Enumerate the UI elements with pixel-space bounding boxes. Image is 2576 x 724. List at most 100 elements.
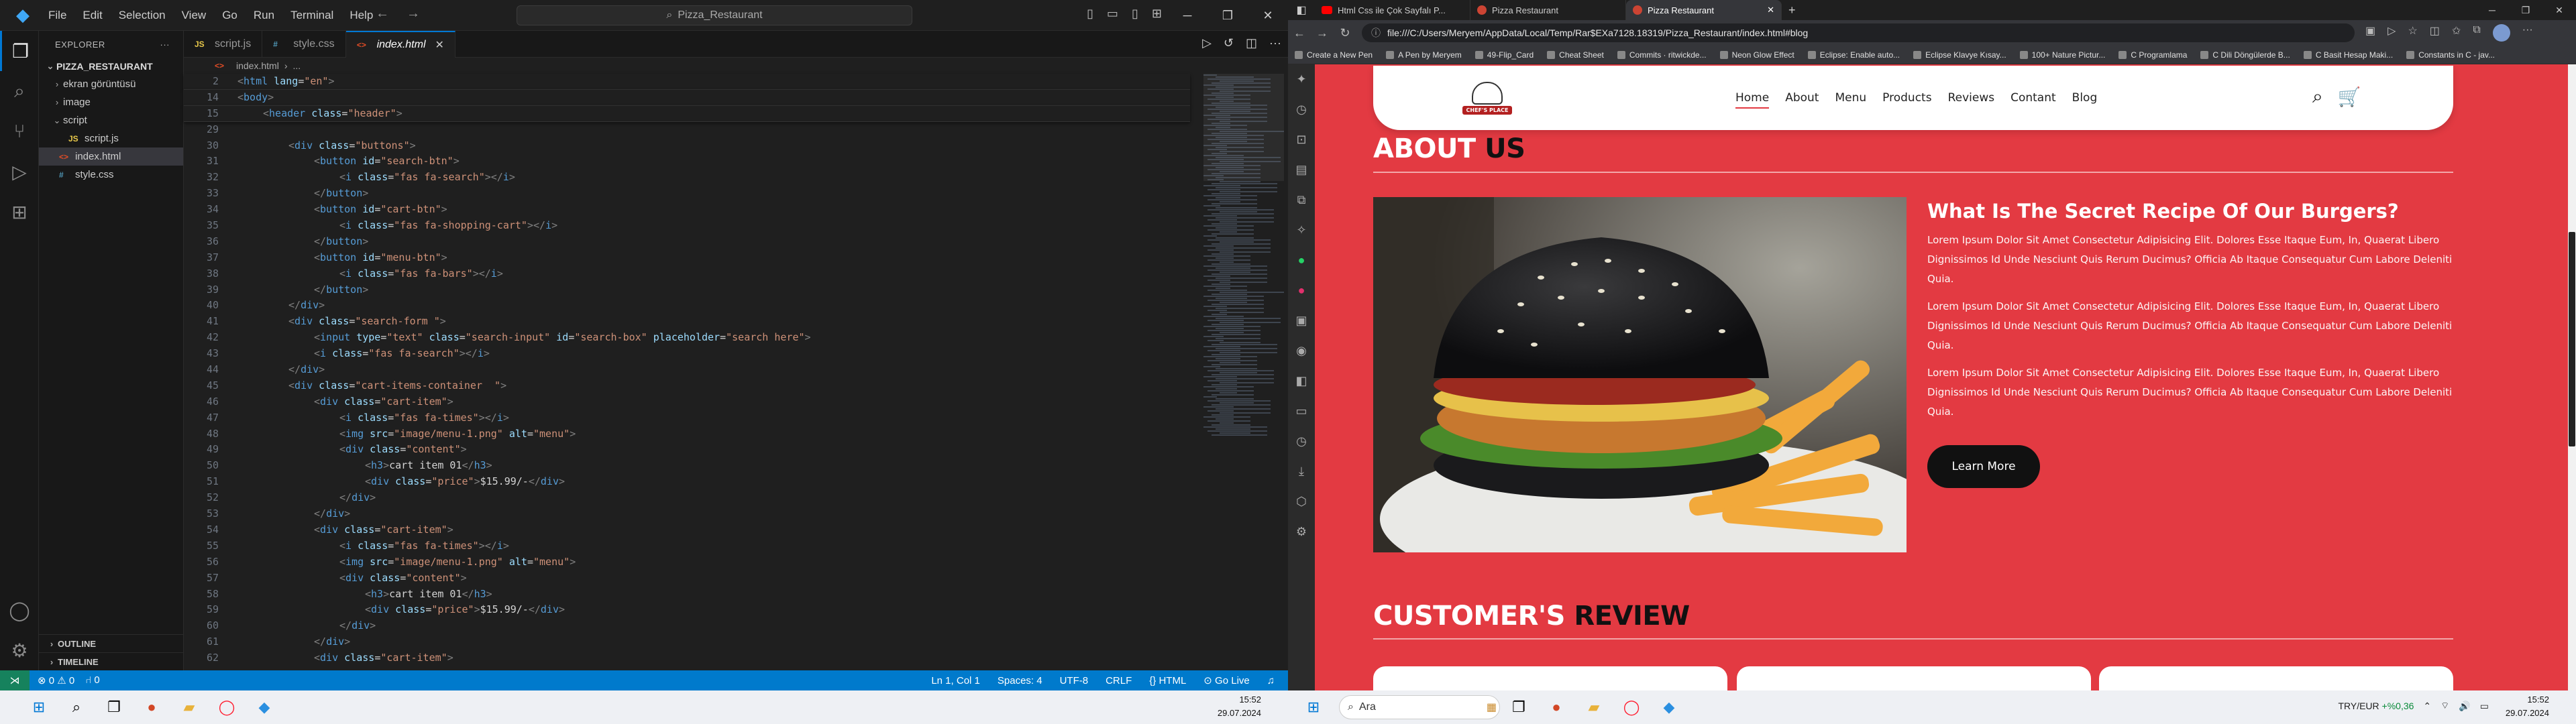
tab-script-js[interactable]: JS script.js [184, 31, 263, 58]
games-icon[interactable]: ◉ [1288, 336, 1315, 366]
read-aloud-icon[interactable]: ▷ [2387, 24, 2396, 42]
more-actions-icon[interactable]: ··· [160, 40, 170, 50]
command-center-search[interactable]: ⌕ Pizza_Restaurant [517, 5, 912, 25]
instagram-icon[interactable]: ● [1288, 276, 1315, 306]
shopping-icon[interactable]: ⊡ [1288, 125, 1315, 155]
code-line[interactable]: 34 <button id="cart-btn"> [184, 202, 1190, 218]
browser-tab-1[interactable]: Pizza Restaurant [1470, 0, 1626, 20]
split-editor-icon[interactable]: ◫ [1246, 36, 1257, 50]
search-view-icon[interactable]: ⌕ [0, 71, 39, 111]
menu-terminal[interactable]: Terminal [282, 9, 341, 22]
bookmark-item[interactable]: Create a New Pen [1295, 50, 1373, 60]
reload-icon[interactable]: ↻ [1334, 26, 1356, 40]
code-line[interactable]: 30 <div class="buttons"> [184, 138, 1190, 154]
bookmark-item[interactable]: C Basit Hesap Maki... [2303, 50, 2393, 60]
indentation[interactable]: Spaces: 4 [998, 675, 1042, 686]
close-tab-icon[interactable]: ✕ [435, 38, 444, 52]
code-line[interactable]: 58 <h3>cart item 01</h3> [184, 587, 1190, 603]
code-line[interactable]: 57 <div class="content"> [184, 570, 1190, 587]
bookmark-item[interactable]: Cheat Sheet [1547, 50, 1604, 60]
code-line[interactable]: 42 <input type="text" class="search-input… [184, 330, 1190, 346]
language-mode[interactable]: {} HTML [1149, 675, 1186, 686]
powerpoint-icon[interactable]: ● [133, 690, 170, 724]
file-explorer-icon[interactable]: ▰ [170, 690, 208, 724]
favorites-icon[interactable]: ✩ [2452, 24, 2461, 42]
code-line[interactable]: 15 <header class="header"> [184, 105, 1190, 122]
nav-home[interactable]: Home [1735, 91, 1770, 109]
account-icon[interactable]: ◯ [0, 590, 39, 630]
tab-index-html[interactable]: <> index.html ✕ [345, 31, 455, 58]
taskbar-search[interactable]: ⌕ Ara ▦ [1339, 695, 1500, 719]
toggle-sidebar-icon[interactable]: ▯ [1087, 7, 1093, 21]
tab-style-css[interactable]: # style.css [262, 31, 346, 58]
vscode-taskbar-icon[interactable]: ◆ [1650, 690, 1688, 724]
clock-icon[interactable]: ◷ [1288, 426, 1315, 457]
clock-right[interactable]: 15:52 29.07.2024 [2506, 693, 2549, 720]
profile-avatar[interactable] [2492, 24, 2510, 42]
collections-icon[interactable]: ⧉ [1288, 185, 1315, 215]
bookmark-item[interactable]: Eclipse: Enable auto... [1807, 50, 1900, 60]
more-actions-icon[interactable]: ··· [1269, 36, 1281, 50]
menu-go[interactable]: Go [214, 9, 246, 22]
code-line[interactable]: 62 <div class="cart-item"> [184, 650, 1190, 666]
chat-icon[interactable]: ▭ [1288, 396, 1315, 426]
browser-tab-0[interactable]: Html Css ile Çok Sayfalı P... [1315, 0, 1470, 20]
code-line[interactable]: 52 </div> [184, 490, 1190, 506]
code-line[interactable]: 38 <i class="fas fa-bars"></i> [184, 266, 1190, 282]
opera-icon[interactable]: ◯ [208, 690, 246, 724]
search-icon[interactable]: ⌕ [2312, 86, 2323, 108]
code-line[interactable]: 39 </button> [184, 282, 1190, 298]
back-arrow-icon[interactable]: ← [376, 6, 389, 21]
code-line[interactable]: 45 <div class="cart-items-container "> [184, 378, 1190, 394]
ports-indicator[interactable]: ⑁ 0 [85, 674, 100, 686]
minimize-icon[interactable]: ─ [2475, 0, 2509, 20]
nav-contact[interactable]: Contant [2010, 91, 2056, 109]
maximize-icon[interactable]: ❐ [1208, 0, 1248, 31]
menu-file[interactable]: File [40, 9, 74, 22]
customize-layout-icon[interactable]: ⊞ [1152, 7, 1162, 21]
problems-indicator[interactable]: ⊗ 0 ⚠ 0 [38, 674, 74, 686]
code-line[interactable]: 2 <html lang="en"> [184, 74, 1190, 90]
menu-run[interactable]: Run [246, 9, 282, 22]
forward-arrow-icon[interactable]: → [1311, 26, 1334, 40]
address-bar[interactable]: ⓘ file:///C:/Users/Meryem/AppData/Local/… [1362, 23, 2355, 42]
code-line[interactable]: 37 <button id="menu-btn"> [184, 250, 1190, 266]
code-line[interactable]: 53 </div> [184, 506, 1190, 522]
new-tab-icon[interactable]: + [1788, 3, 1796, 17]
tree-file-style-css[interactable]: # style.css [39, 166, 183, 184]
search-icon[interactable]: ⌕ [58, 690, 95, 724]
workspace-root[interactable]: ⌄ PIZZA_RESTAURANT [39, 58, 183, 75]
start-windows-icon[interactable]: ⊞ [1295, 690, 1332, 724]
breadcrumb-file[interactable]: index.html [236, 60, 279, 71]
back-arrow-icon[interactable]: ← [1288, 26, 1311, 40]
cursor-position[interactable]: Ln 1, Col 1 [931, 675, 980, 686]
bookmark-item[interactable]: 49-Flip_Card [1474, 50, 1534, 60]
network-icon[interactable]: ⌔ [2440, 700, 2449, 712]
timeline-history-icon[interactable]: ↺ [1224, 36, 1234, 50]
code-line[interactable]: 14 <body> [184, 89, 1190, 106]
collections-icon[interactable]: ⧉ [2473, 24, 2480, 42]
bookmark-item[interactable]: A Pen by Meryem [1386, 50, 1462, 60]
task-view-icon[interactable]: ❐ [1500, 690, 1538, 724]
minimap-viewport[interactable] [1203, 74, 1284, 181]
tray-chevron-icon[interactable]: ⌃ [2423, 701, 2431, 712]
favorite-star-icon[interactable]: ☆ [2408, 24, 2417, 42]
history-icon[interactable]: ◷ [1288, 95, 1315, 125]
tree-folder-ekran[interactable]: › ekran görüntüsü [39, 75, 183, 93]
close-icon[interactable]: ✕ [2542, 0, 2576, 20]
encoding[interactable]: UTF-8 [1060, 675, 1089, 686]
mail-icon[interactable]: ▣ [1288, 306, 1315, 336]
browser-tab-2[interactable]: Pizza Restaurant ✕ [1626, 0, 1782, 20]
code-line[interactable]: 43 <i class="fas fa-search"></i> [184, 346, 1190, 362]
bookmark-item[interactable]: Eclipse Klavye Kısay... [1913, 50, 2006, 60]
timeline-section[interactable]: › TIMELINE [39, 652, 184, 670]
bookmark-item[interactable]: 100+ Nature Pictur... [2019, 50, 2105, 60]
outline-section[interactable]: › OUTLINE [39, 634, 184, 652]
nav-products[interactable]: Products [1882, 91, 1931, 109]
vscode-taskbar-icon[interactable]: ◆ [246, 690, 283, 724]
nav-about[interactable]: About [1785, 91, 1819, 109]
code-line[interactable]: 61 </div> [184, 634, 1190, 650]
reading-icon[interactable]: ▤ [1288, 155, 1315, 185]
bookmark-item[interactable]: C Programlama [2118, 50, 2187, 60]
menu-selection[interactable]: Selection [111, 9, 174, 22]
